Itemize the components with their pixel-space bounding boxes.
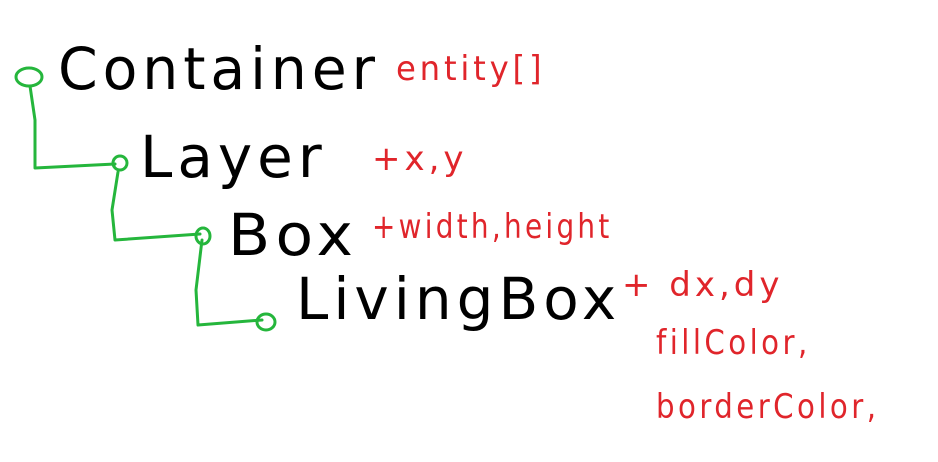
node-dot-container [14, 66, 44, 88]
member-label-livingbox: + dx,dy [622, 265, 784, 305]
class-label-layer: Layer [140, 123, 327, 191]
drawing-canvas: Container entity[] Layer +x,y Box +width… [0, 0, 938, 462]
class-label-container: Container [58, 35, 380, 103]
class-label-livingbox: LivingBox [296, 265, 622, 333]
node-dot-box [194, 226, 212, 246]
member-label-fillcolor: fillColor, [656, 323, 811, 363]
class-label-box: Box [228, 201, 359, 269]
member-label-container: entity[] [396, 49, 546, 89]
node-dot-layer [111, 154, 129, 172]
member-label-layer: +x,y [372, 139, 468, 179]
node-dot-livingbox [255, 312, 277, 332]
member-label-bordercolor: borderColor, [656, 387, 880, 427]
member-label-box: +width,height [372, 207, 613, 247]
